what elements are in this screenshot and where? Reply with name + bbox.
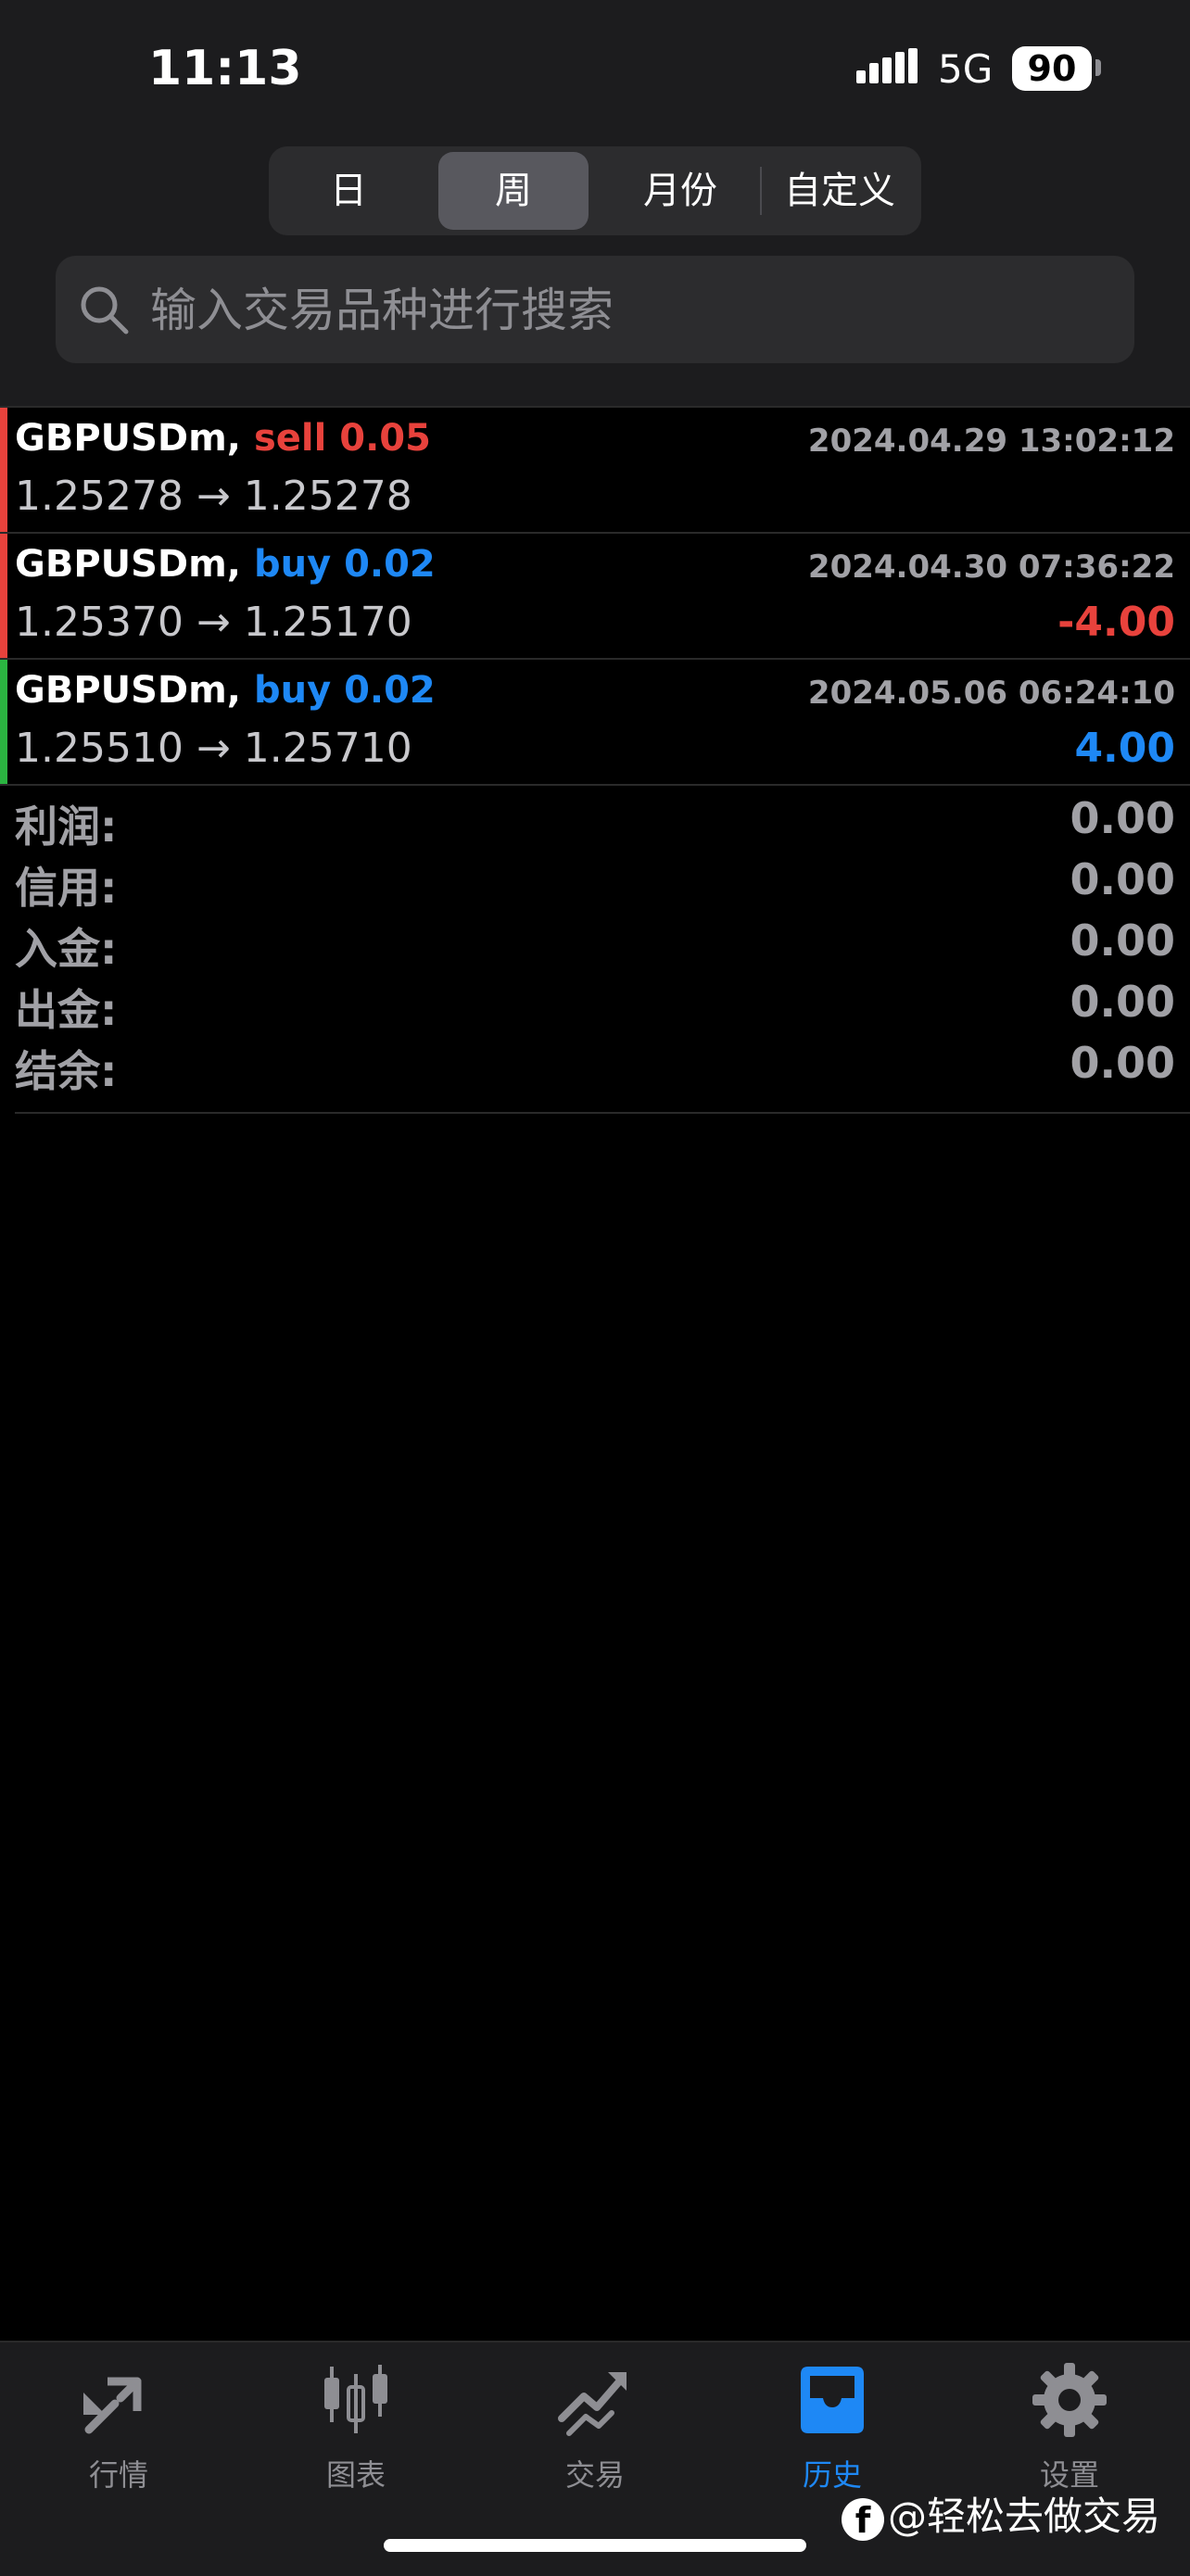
summary-row-balance: 结余: 0.00 [15,1034,1176,1096]
tab-settings[interactable]: 设置 [995,2361,1144,2500]
tab-label: 行情 [88,2457,148,2493]
tab-label: 图表 [325,2457,386,2493]
summary-row-withdrawal: 出金: 0.00 [15,973,1176,1035]
summary-label: 入金: [15,924,118,974]
summary-value: 0.00 [1070,1038,1176,1088]
symbol-text: GBPUSDm, [15,417,242,460]
facebook-icon: f [842,2497,884,2541]
summary-divider [15,1112,1190,1114]
summary-row-credit: 信用: 0.00 [15,851,1176,913]
summary-value: 0.00 [1070,915,1176,966]
tab-label: 交易 [564,2457,625,2493]
tab-chart[interactable]: 图表 [282,2361,430,2500]
order-time: 2024.04.30 07:36:22 [807,549,1175,586]
order-time: 2024.05.06 06:24:10 [807,675,1175,712]
watermark: f @轻松去做交易 [842,2485,1160,2542]
order-time: 2024.04.29 13:02:12 [807,423,1175,460]
summary-label: 信用: [15,863,118,913]
summary-value: 0.00 [1070,854,1176,904]
status-time: 11:13 [148,41,302,96]
order-status-bar [0,534,7,658]
summary-row-profit: 利润: 0.00 [15,789,1176,852]
summary-value: 0.00 [1070,977,1176,1027]
battery-tip [1095,59,1101,76]
order-side: buy 0.02 [253,669,436,712]
tab-day[interactable]: 日 [274,152,423,230]
order-prices: 1.25278 → 1.25278 [15,473,412,520]
order-profit: -4.00 [1057,599,1175,646]
order-row[interactable]: GBPUSDm, sell 0.05 2024.04.29 13:02:12 1… [0,406,1190,532]
tab-history[interactable]: 历史 [758,2361,906,2500]
search-icon [81,286,129,335]
symbol-text: GBPUSDm, [15,669,242,712]
summary-label: 利润: [15,802,118,852]
order-profit: 4.00 [1074,725,1175,772]
battery-icon: 90 [1012,46,1092,91]
summary-value: 0.00 [1070,793,1176,843]
signal-strength-icon [856,48,918,83]
tab-week[interactable]: 周 [438,152,589,230]
trade-icon [558,2372,627,2436]
order-history-list: GBPUSDm, sell 0.05 2024.04.29 13:02:12 1… [0,406,1190,786]
order-status-bar [0,660,7,784]
tab-custom[interactable]: 自定义 [764,152,916,230]
order-status-bar [0,408,7,532]
summary-label: 出金: [15,985,118,1035]
network-type: 5G [938,46,994,92]
order-side: buy 0.02 [253,543,436,586]
order-prices: 1.25370 → 1.25170 [15,599,412,646]
history-inbox-icon [801,2367,864,2433]
segment-divider [760,167,762,215]
account-summary: 利润: 0.00 信用: 0.00 入金: 0.00 出金: 0.00 结余: … [15,789,1176,1096]
order-side: sell 0.05 [253,417,431,460]
summary-label: 结余: [15,1046,118,1096]
search-bar[interactable] [56,256,1134,365]
top-header: 11:13 5G 90 日 周 月份 自定义 [0,0,1190,408]
symbol-text: GBPUSDm, [15,543,242,586]
order-row[interactable]: GBPUSDm, buy 0.02 2024.05.06 06:24:10 1.… [0,658,1190,786]
summary-row-deposit: 入金: 0.00 [15,912,1176,974]
period-segmented-control: 日 周 月份 自定义 [269,146,921,235]
home-indicator [384,2539,806,2552]
order-symbol: GBPUSDm, buy 0.02 [15,669,436,712]
tab-month[interactable]: 月份 [602,152,758,230]
order-row[interactable]: GBPUSDm, buy 0.02 2024.04.30 07:36:22 1.… [0,532,1190,658]
order-symbol: GBPUSDm, sell 0.05 [15,417,431,460]
candlestick-chart-icon [324,2365,387,2433]
tab-trade[interactable]: 交易 [521,2361,669,2500]
search-input[interactable] [148,256,1116,365]
watermark-text: @轻松去做交易 [888,2494,1161,2539]
quotes-icon [83,2377,142,2434]
tab-quotes[interactable]: 行情 [44,2361,193,2500]
gear-icon [1032,2363,1107,2437]
order-prices: 1.25510 → 1.25710 [15,725,412,772]
order-symbol: GBPUSDm, buy 0.02 [15,543,436,586]
